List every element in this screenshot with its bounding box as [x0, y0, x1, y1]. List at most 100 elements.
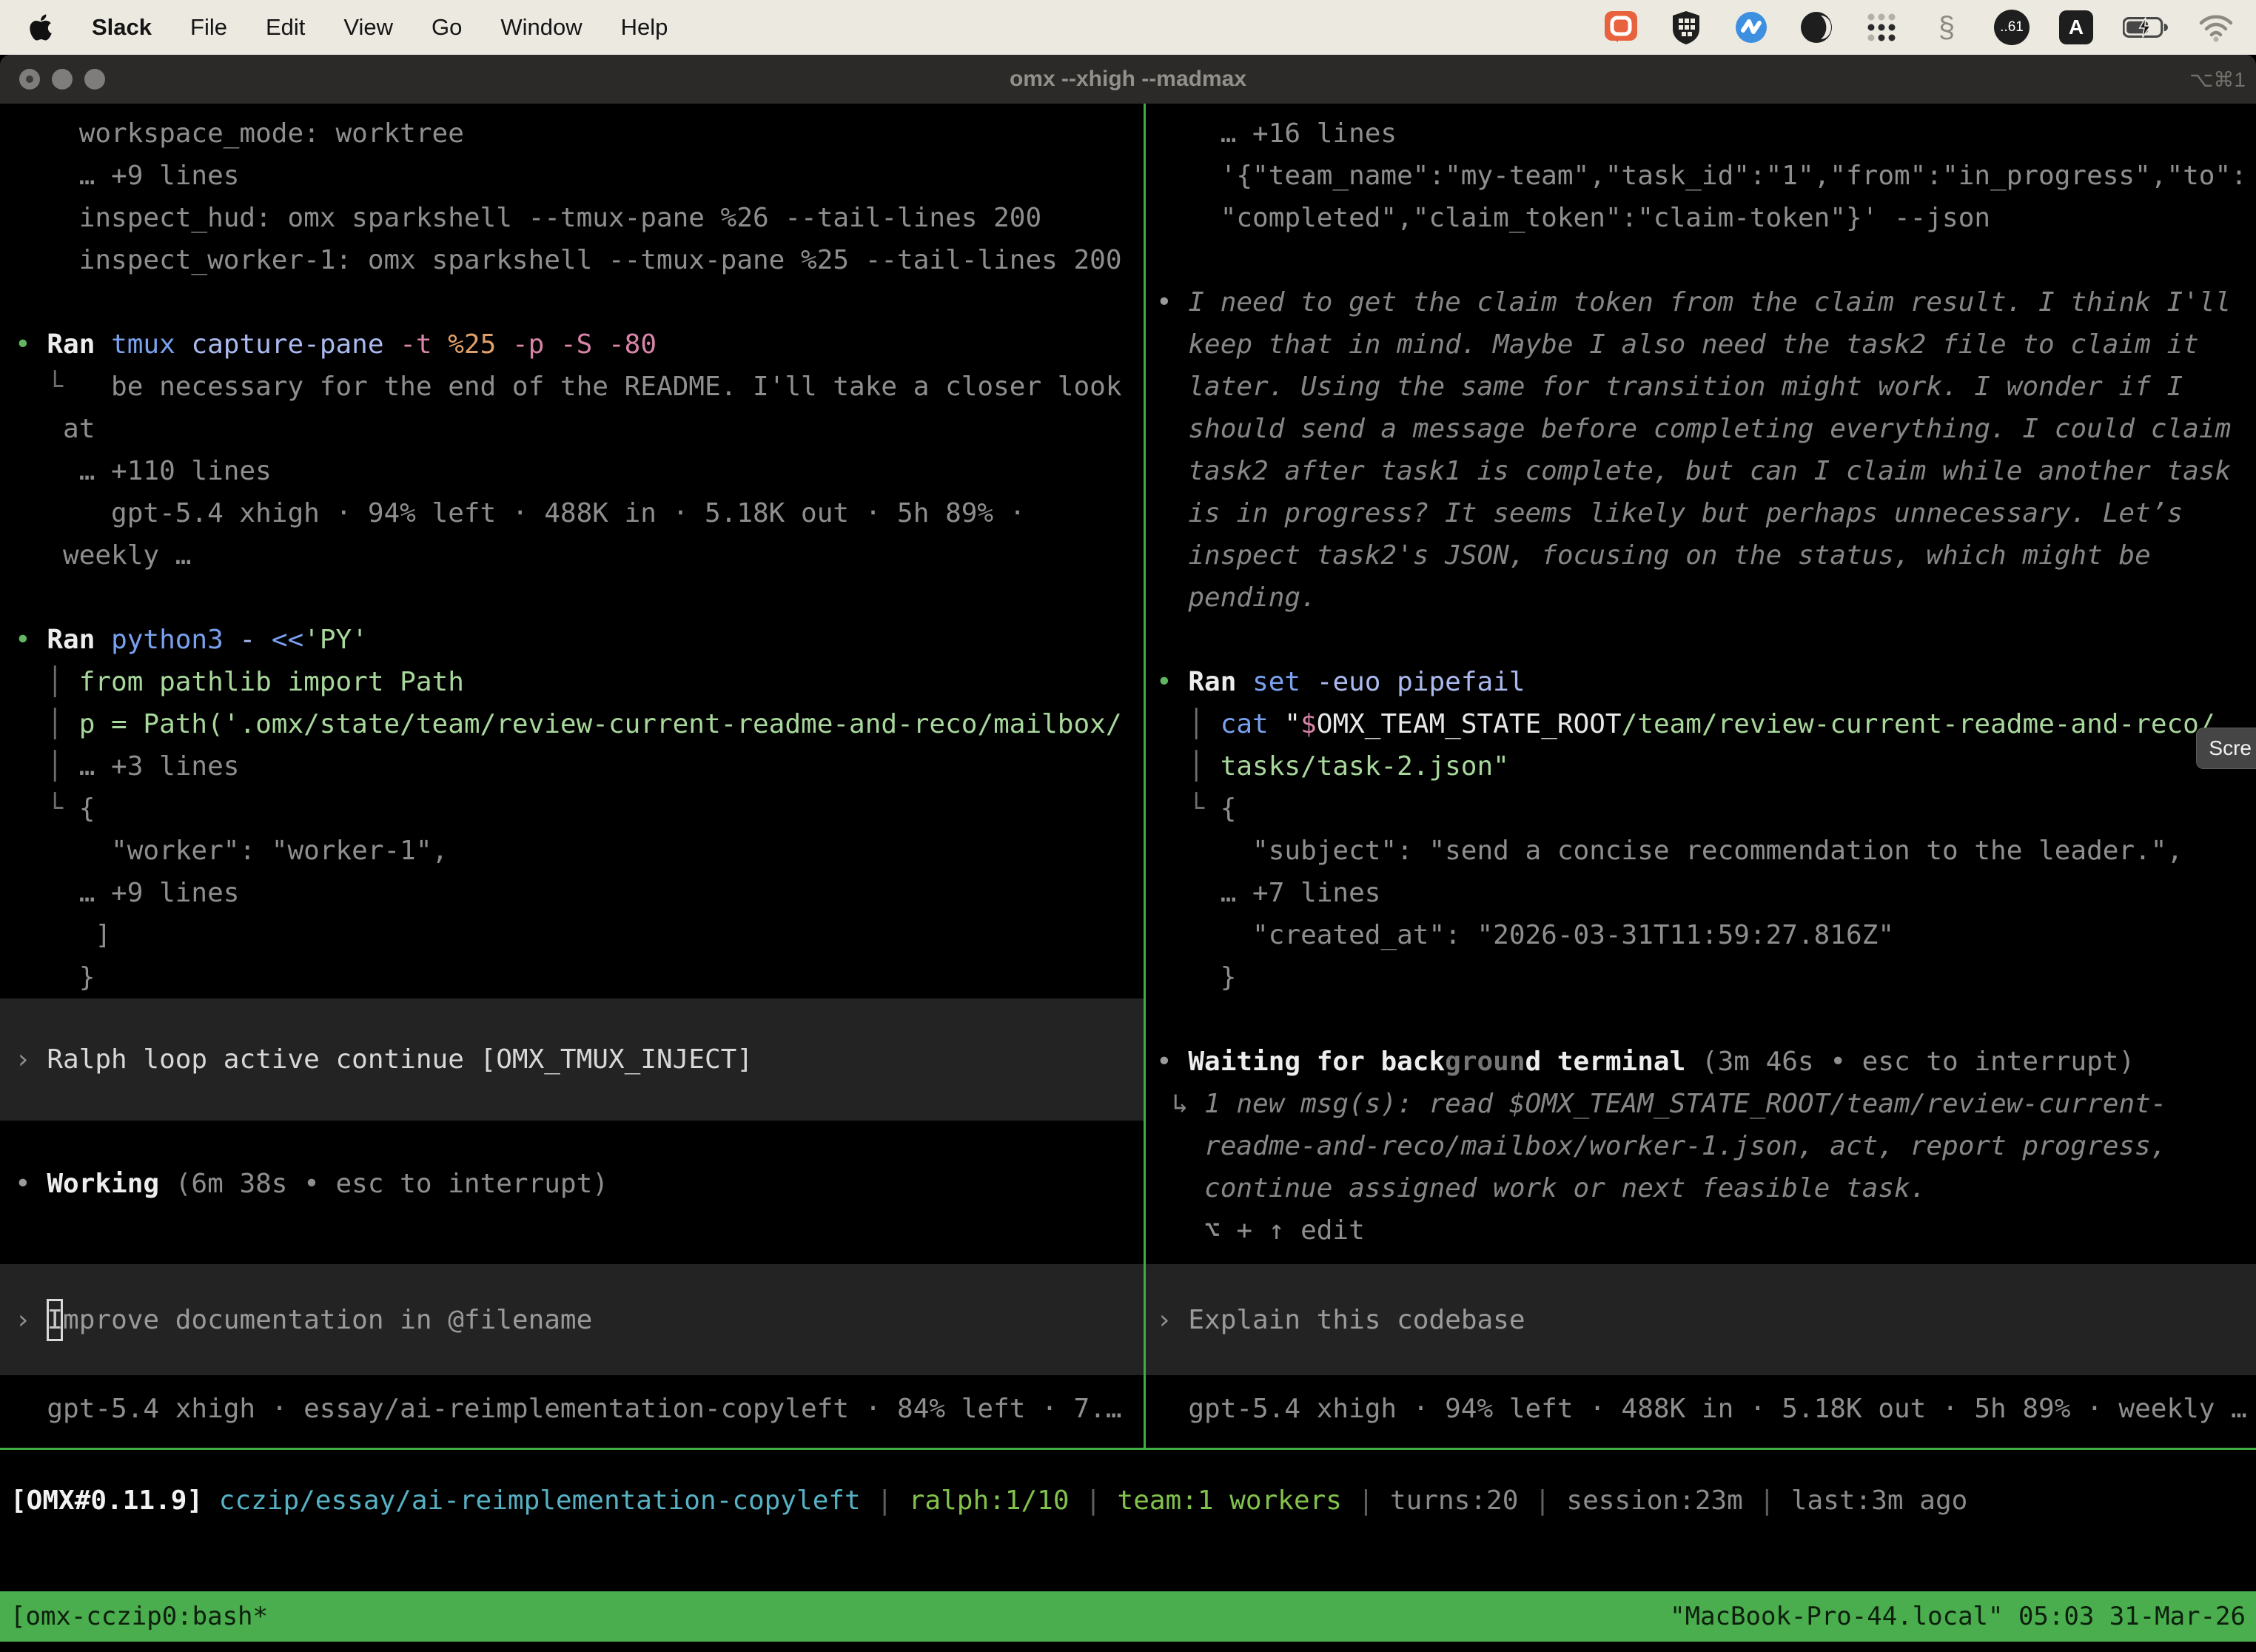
- terminal-line: … +7 lines: [1146, 872, 2256, 914]
- segment-out: … +9 lines: [15, 161, 239, 191]
- right-terminal-pane[interactable]: … +16 lines '{"team_name":"my-team","tas…: [1146, 104, 2256, 1448]
- segment-think: is in progress? It seems likely but perh…: [1156, 498, 2183, 528]
- segment-cmd: python3: [111, 625, 239, 655]
- segment-bullet: •: [15, 329, 47, 360]
- segment-bullet-dim: •: [15, 1169, 47, 1199]
- blue-zigzag-icon[interactable]: [1733, 10, 1769, 45]
- segment-code: 'PY': [303, 625, 368, 655]
- segment-ran: Ran: [47, 625, 111, 655]
- terminal-line: … +9 lines: [0, 872, 1144, 914]
- right-prompt-input[interactable]: › Explain this codebase: [1146, 1264, 2256, 1375]
- segment-bullet-dim: •: [1156, 1047, 1188, 1077]
- segment-ran: Ran: [47, 329, 111, 360]
- left-prompt-input[interactable]: › Improve documentation in @filename: [0, 1264, 1144, 1375]
- close-button[interactable]: [19, 69, 40, 90]
- zoom-button[interactable]: [84, 69, 105, 90]
- segment-out: … +3 lines: [79, 751, 240, 782]
- terminal-line: '{"team_name":"my-team","task_id":"1","f…: [1146, 155, 2256, 197]
- terminal-line: [1146, 998, 2256, 1041]
- terminal-line: continue assigned work or next feasible …: [1146, 1167, 2256, 1209]
- traffic-lights: [19, 55, 105, 104]
- segment-out: inspect_worker-1: omx sparkshell --tmux-…: [15, 245, 1122, 275]
- window-title: omx --xhigh --madmax: [0, 67, 2256, 92]
- badge-61-icon[interactable]: ..61: [1994, 10, 2030, 45]
- crescent-app-icon[interactable]: [1799, 10, 1834, 45]
- segment-barph: mprove documentation in @filename: [63, 1299, 592, 1341]
- segment-tree: │: [1156, 709, 1221, 739]
- segment-arg: capture-pane: [191, 329, 400, 360]
- terminal-line: [1146, 619, 2256, 661]
- omx-status-segment-white: [OMX#0.11.9]: [10, 1485, 219, 1516]
- battery-icon[interactable]: [2123, 10, 2169, 45]
- menu-item-file[interactable]: File: [190, 14, 227, 41]
- segment-out: gpt-5.4 xhigh · 94% left · 488K in · 5.1…: [15, 498, 1025, 528]
- menu-item-view[interactable]: View: [343, 14, 393, 41]
- terminal-line: gpt-5.4 xhigh · 94% left · 488K in · 5.1…: [0, 492, 1144, 534]
- terminal-line: └ {: [1146, 788, 2256, 830]
- segment-code: /team/review-current-readme-and-reco/: [1622, 709, 2215, 739]
- menu-app-name[interactable]: Slack: [92, 14, 152, 41]
- wifi-icon[interactable]: [2198, 10, 2234, 45]
- omx-status-segment-sep: |: [1743, 1485, 1791, 1516]
- menu-item-help[interactable]: Help: [621, 14, 668, 41]
- terminal-line: pending.: [1146, 577, 2256, 619]
- tmux-session-label: [omx-cczip0:bash*: [10, 1602, 268, 1631]
- segment-out: '{"team_name":"my-team","task_id":"1","f…: [1156, 161, 2247, 191]
- apple-menu-icon[interactable]: [28, 13, 53, 42]
- chat-app-icon[interactable]: [1603, 10, 1639, 45]
- status-message-bar: › Ralph loop active continue [OMX_TMUX_I…: [0, 998, 1144, 1121]
- terminal-line: }: [0, 956, 1144, 998]
- segment-think: ↳ 1 new msg(s): read $OMX_TEAM_STATE_ROO…: [1156, 1089, 2166, 1119]
- segment-out: … +9 lines: [15, 878, 239, 908]
- terminal-line: [1146, 239, 2256, 281]
- left-pane-body: workspace_mode: worktree … +9 lines insp…: [0, 104, 1144, 1205]
- segment-think: continue assigned work or next feasible …: [1156, 1173, 1926, 1203]
- segment-out: "worker": "worker-1",: [15, 836, 448, 866]
- segment-think: pending.: [1156, 582, 1317, 613]
- squiggle-icon[interactable]: §: [1929, 10, 1964, 45]
- segment-ran: Waiting for back: [1188, 1047, 1445, 1077]
- menu-item-window[interactable]: Window: [500, 14, 582, 41]
- segment-tree: └: [1156, 793, 1221, 824]
- segment-tree: │: [15, 709, 79, 739]
- segment-cmd: tmux: [111, 329, 191, 360]
- segment-out: inspect_hud: omx sparkshell --tmux-pane …: [15, 203, 1041, 233]
- a-app-icon[interactable]: A: [2059, 10, 2093, 44]
- terminal-line: • Working (6m 38s • esc to interrupt): [0, 1163, 1144, 1205]
- terminal-line: … +16 lines: [1146, 113, 2256, 155]
- shield-grid-icon[interactable]: [1668, 10, 1704, 45]
- segment-prompt: ›: [1156, 1299, 1188, 1341]
- segment-out: workspace_mode: worktree: [15, 118, 464, 149]
- minimize-button[interactable]: [52, 69, 73, 90]
- segment-out: }: [15, 962, 95, 993]
- segment-think: readme-and-reco/mailbox/worker-1.json, a…: [1156, 1131, 2166, 1161]
- left-terminal-pane[interactable]: workspace_mode: worktree … +9 lines insp…: [0, 104, 1144, 1448]
- segment-flag: -p -S -80: [512, 329, 657, 360]
- menu-bar: Slack File Edit View Go Window Help § ..61 A: [0, 0, 2256, 55]
- segment-out: be necessary for the end of the README. …: [111, 372, 1121, 402]
- terminal-line: later. Using the same for transition mig…: [1146, 366, 2256, 408]
- terminal-line: "created_at": "2026-03-31T11:59:27.816Z": [1146, 914, 2256, 956]
- terminal-line: inspect_hud: omx sparkshell --tmux-pane …: [0, 197, 1144, 239]
- omx-status-segment-dim: session:23m: [1566, 1485, 1742, 1516]
- terminal-line: "completed","claim_token":"claim-token"}…: [1146, 197, 2256, 239]
- segment-code: from pathlib import Path: [79, 667, 464, 697]
- terminal-line: inspect task2's JSON, focusing on the st…: [1146, 534, 2256, 577]
- segment-out: {: [1221, 793, 1237, 824]
- menu-item-edit[interactable]: Edit: [266, 14, 305, 41]
- segment-out: "completed","claim_token":"claim-token"}…: [1156, 203, 1990, 233]
- segment-bartext: Ralph loop active continue [OMX_TMUX_INJ…: [47, 1038, 753, 1081]
- omx-status-segment-dim: last:3m ago: [1791, 1485, 1967, 1516]
- menu-item-go[interactable]: Go: [432, 14, 462, 41]
- segment-out: ⌥ + ↑ edit: [1156, 1215, 1365, 1246]
- segment-arg: -euo pipefail: [1317, 667, 1525, 697]
- segment-out: (6m 38s • esc to interrupt): [175, 1169, 608, 1199]
- terminal-line: "subject": "send a concise recommendatio…: [1146, 830, 2256, 872]
- segment-cmd: <<: [272, 625, 303, 655]
- terminal-line: keep that in mind. Maybe I also need the…: [1146, 323, 2256, 366]
- right-pane-body: … +16 lines '{"team_name":"my-team","tas…: [1146, 104, 2256, 1252]
- segment-out: gpt-5.4 xhigh · essay/ai-reimplementatio…: [15, 1394, 1122, 1424]
- segment-prompt: ›: [15, 1299, 47, 1341]
- dots-grid-icon[interactable]: [1864, 10, 1899, 45]
- terminal-line: … +110 lines: [0, 450, 1144, 492]
